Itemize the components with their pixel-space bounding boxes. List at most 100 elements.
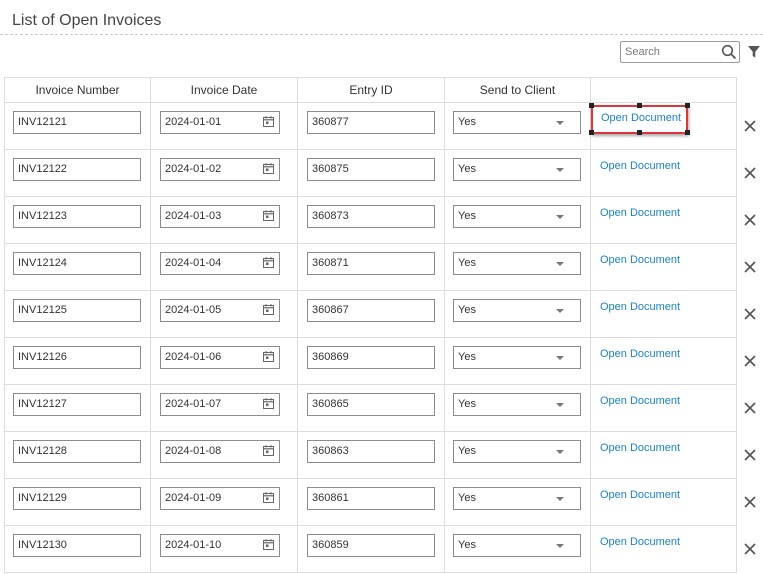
open-document-link[interactable]: Open Document (600, 348, 680, 360)
entry-id-field[interactable]: 360863 (307, 440, 435, 463)
invoice-number-field[interactable]: INV12128 (13, 440, 141, 463)
calendar-icon[interactable] (263, 539, 274, 550)
delete-row-icon[interactable] (743, 119, 757, 133)
resize-handle[interactable] (637, 130, 642, 135)
invoice-number-field[interactable]: INV12123 (13, 205, 141, 228)
invoice-date-value: 2024-01-05 (165, 304, 222, 316)
table-row: INV12121 2024-01-01 360877 Yes Open Document (5, 103, 736, 150)
calendar-icon[interactable] (263, 304, 274, 315)
send-to-client-select[interactable]: Yes (453, 205, 581, 228)
table-row: INV12127 2024-01-07 360865 Yes Open Document (5, 385, 736, 432)
cell-invoice-number: INV12130 (5, 526, 151, 572)
entry-id-field[interactable]: 360877 (307, 111, 435, 134)
send-to-client-select[interactable]: Yes (453, 487, 581, 510)
cell-invoice-date: 2024-01-05 (151, 291, 298, 337)
invoice-number-field[interactable]: INV12127 (13, 393, 141, 416)
invoice-date-field[interactable]: 2024-01-04 (160, 252, 280, 275)
open-document-link[interactable]: Open Document (600, 254, 680, 266)
send-to-client-value: Yes (458, 539, 476, 551)
resize-handle[interactable] (589, 130, 594, 135)
open-document-link[interactable]: Open Document (600, 442, 680, 454)
calendar-icon[interactable] (263, 492, 274, 503)
header-invoice-number: Invoice Number (5, 78, 151, 102)
chevron-down-icon (556, 544, 564, 548)
calendar-icon[interactable] (263, 257, 274, 268)
delete-row-icon[interactable] (743, 213, 757, 227)
invoice-date-field[interactable]: 2024-01-09 (160, 487, 280, 510)
calendar-icon[interactable] (263, 210, 274, 221)
invoice-number-field[interactable]: INV12124 (13, 252, 141, 275)
open-document-link[interactable]: Open Document (600, 489, 680, 501)
send-to-client-select[interactable]: Yes (453, 158, 581, 181)
invoice-number-field[interactable]: INV12129 (13, 487, 141, 510)
cell-invoice-date: 2024-01-04 (151, 244, 298, 290)
resize-handle[interactable] (685, 130, 690, 135)
delete-row-icon[interactable] (743, 354, 757, 368)
cell-entry-id: 360861 (298, 479, 445, 525)
filter-icon[interactable] (747, 45, 761, 59)
table-row: INV12122 2024-01-02 360875 Yes Open Document (5, 150, 736, 197)
cell-send-to-client: Yes (445, 526, 591, 572)
resize-handle[interactable] (685, 103, 690, 108)
resize-handle[interactable] (637, 103, 642, 108)
calendar-icon[interactable] (263, 351, 274, 362)
calendar-icon[interactable] (263, 398, 274, 409)
invoice-date-field[interactable]: 2024-01-07 (160, 393, 280, 416)
open-document-link[interactable]: Open Document (600, 207, 680, 219)
search-icon[interactable] (721, 44, 737, 60)
delete-row-icon[interactable] (743, 401, 757, 415)
cell-invoice-number: INV12126 (5, 338, 151, 384)
cell-invoice-number: INV12129 (5, 479, 151, 525)
delete-row-icon[interactable] (743, 448, 757, 462)
entry-id-field[interactable]: 360867 (307, 299, 435, 322)
search-box[interactable] (620, 41, 740, 63)
cell-invoice-date: 2024-01-07 (151, 385, 298, 431)
search-input[interactable] (621, 43, 721, 61)
send-to-client-select[interactable]: Yes (453, 440, 581, 463)
open-document-link[interactable]: Open Document (600, 395, 680, 407)
calendar-icon[interactable] (263, 445, 274, 456)
invoice-number-field[interactable]: INV12121 (13, 111, 141, 134)
send-to-client-select[interactable]: Yes (453, 299, 581, 322)
send-to-client-select[interactable]: Yes (453, 534, 581, 557)
delete-row-icon[interactable] (743, 542, 757, 556)
invoice-number-field[interactable]: INV12130 (13, 534, 141, 557)
calendar-icon[interactable] (263, 116, 274, 127)
entry-id-field[interactable]: 360861 (307, 487, 435, 510)
cell-actions: Open Document (591, 385, 736, 431)
delete-row-icon[interactable] (743, 307, 757, 321)
invoice-date-field[interactable]: 2024-01-05 (160, 299, 280, 322)
entry-id-field[interactable]: 360869 (307, 346, 435, 369)
open-document-link[interactable]: Open Document (600, 160, 680, 172)
send-to-client-select[interactable]: Yes (453, 393, 581, 416)
send-to-client-select[interactable]: Yes (453, 111, 581, 134)
entry-id-field[interactable]: 360875 (307, 158, 435, 181)
invoice-date-field[interactable]: 2024-01-10 (160, 534, 280, 557)
entry-id-field[interactable]: 360859 (307, 534, 435, 557)
send-to-client-select[interactable]: Yes (453, 346, 581, 369)
open-document-link[interactable]: Open Document (600, 301, 680, 313)
invoice-date-field[interactable]: 2024-01-01 (160, 111, 280, 134)
delete-row-icon[interactable] (743, 166, 757, 180)
entry-id-field[interactable]: 360865 (307, 393, 435, 416)
cell-actions: Open Document (591, 244, 736, 290)
resize-handle[interactable] (589, 103, 594, 108)
delete-row-icon[interactable] (743, 260, 757, 274)
delete-row-icon[interactable] (743, 495, 757, 509)
entry-id-field[interactable]: 360871 (307, 252, 435, 275)
invoice-date-field[interactable]: 2024-01-03 (160, 205, 280, 228)
invoice-date-field[interactable]: 2024-01-02 (160, 158, 280, 181)
send-to-client-value: Yes (458, 351, 476, 363)
entry-id-field[interactable]: 360873 (307, 205, 435, 228)
invoice-number-field[interactable]: INV12126 (13, 346, 141, 369)
send-to-client-select[interactable]: Yes (453, 252, 581, 275)
calendar-icon[interactable] (263, 163, 274, 174)
invoice-number-field[interactable]: INV12122 (13, 158, 141, 181)
open-document-link[interactable]: Open Document (600, 536, 680, 548)
invoice-date-field[interactable]: 2024-01-08 (160, 440, 280, 463)
invoice-date-field[interactable]: 2024-01-06 (160, 346, 280, 369)
cell-invoice-number: INV12124 (5, 244, 151, 290)
cell-send-to-client: Yes (445, 244, 591, 290)
invoice-number-field[interactable]: INV12125 (13, 299, 141, 322)
chevron-down-icon (556, 356, 564, 360)
